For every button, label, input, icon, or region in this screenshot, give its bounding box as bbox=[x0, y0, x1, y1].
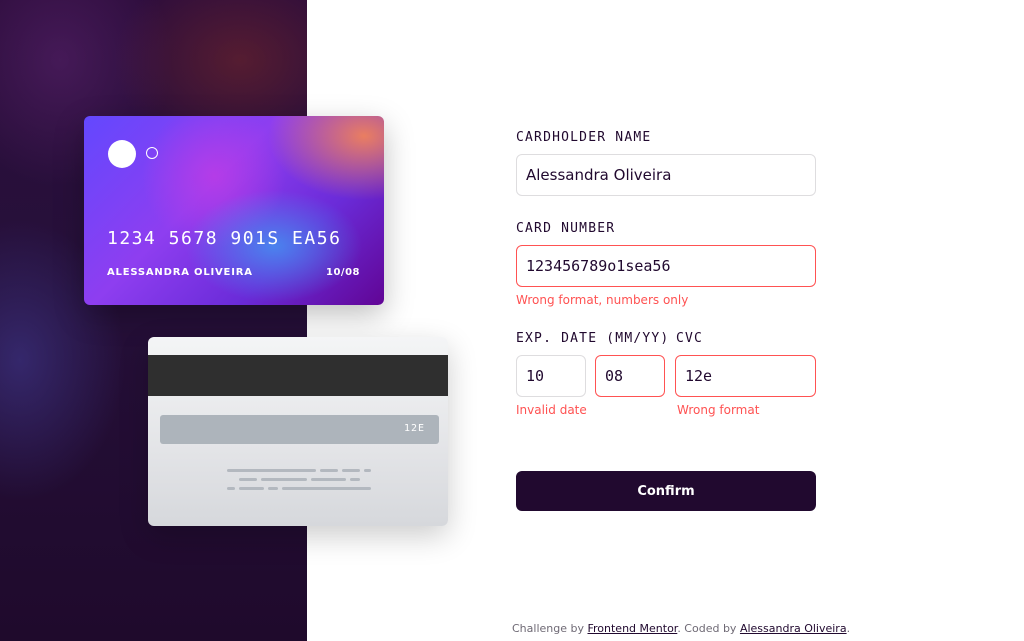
card-expiry-display: 10/08 bbox=[326, 267, 360, 278]
card-back-preview: 12E bbox=[148, 337, 448, 526]
exp-month-input[interactable]: 10 bbox=[516, 355, 586, 397]
magnetic-strip bbox=[148, 355, 448, 396]
footer-suffix: . bbox=[846, 622, 851, 635]
cardholder-name-display: ALESSANDRA OLIVEIRA bbox=[107, 267, 253, 278]
card-front-preview: 1234 5678 901S EA56 ALESSANDRA OLIVEIRA … bbox=[84, 116, 384, 305]
footer-middle: . Coded by bbox=[677, 622, 740, 635]
exp-date-label: EXP. DATE (MM/YY) bbox=[516, 331, 670, 346]
attribution-footer: Challenge by Frontend Mentor. Coded by A… bbox=[512, 622, 850, 635]
card-logo-circle-outline bbox=[146, 147, 158, 159]
footer-prefix: Challenge by bbox=[512, 622, 588, 635]
exp-date-error: Invalid date bbox=[516, 403, 587, 417]
card-number-display: 1234 5678 901S EA56 bbox=[107, 228, 342, 249]
card-number-input[interactable]: 123456789o1sea56 bbox=[516, 245, 816, 287]
cardholder-name-input[interactable]: Alessandra Oliveira bbox=[516, 154, 816, 196]
cvc-input[interactable]: 12e bbox=[675, 355, 816, 397]
card-number-error: Wrong format, numbers only bbox=[516, 293, 689, 307]
signature-strip: 12E bbox=[160, 415, 439, 444]
card-details-form: CARDHOLDER NAME Alessandra Oliveira CARD… bbox=[516, 130, 816, 417]
card-logo-circle-filled bbox=[108, 140, 136, 168]
cardholder-name-label: CARDHOLDER NAME bbox=[516, 130, 652, 145]
exp-year-input[interactable]: 08 bbox=[595, 355, 665, 397]
author-link[interactable]: Alessandra Oliveira bbox=[740, 622, 847, 635]
cvc-label: CVC bbox=[676, 331, 704, 346]
confirm-button[interactable]: Confirm bbox=[516, 471, 816, 511]
card-cvc-display: 12E bbox=[403, 423, 425, 434]
card-number-label: CARD NUMBER bbox=[516, 221, 616, 236]
decorative-background-panel bbox=[0, 0, 307, 641]
frontend-mentor-link[interactable]: Frontend Mentor bbox=[587, 622, 677, 635]
cvc-error: Wrong format bbox=[677, 403, 760, 417]
